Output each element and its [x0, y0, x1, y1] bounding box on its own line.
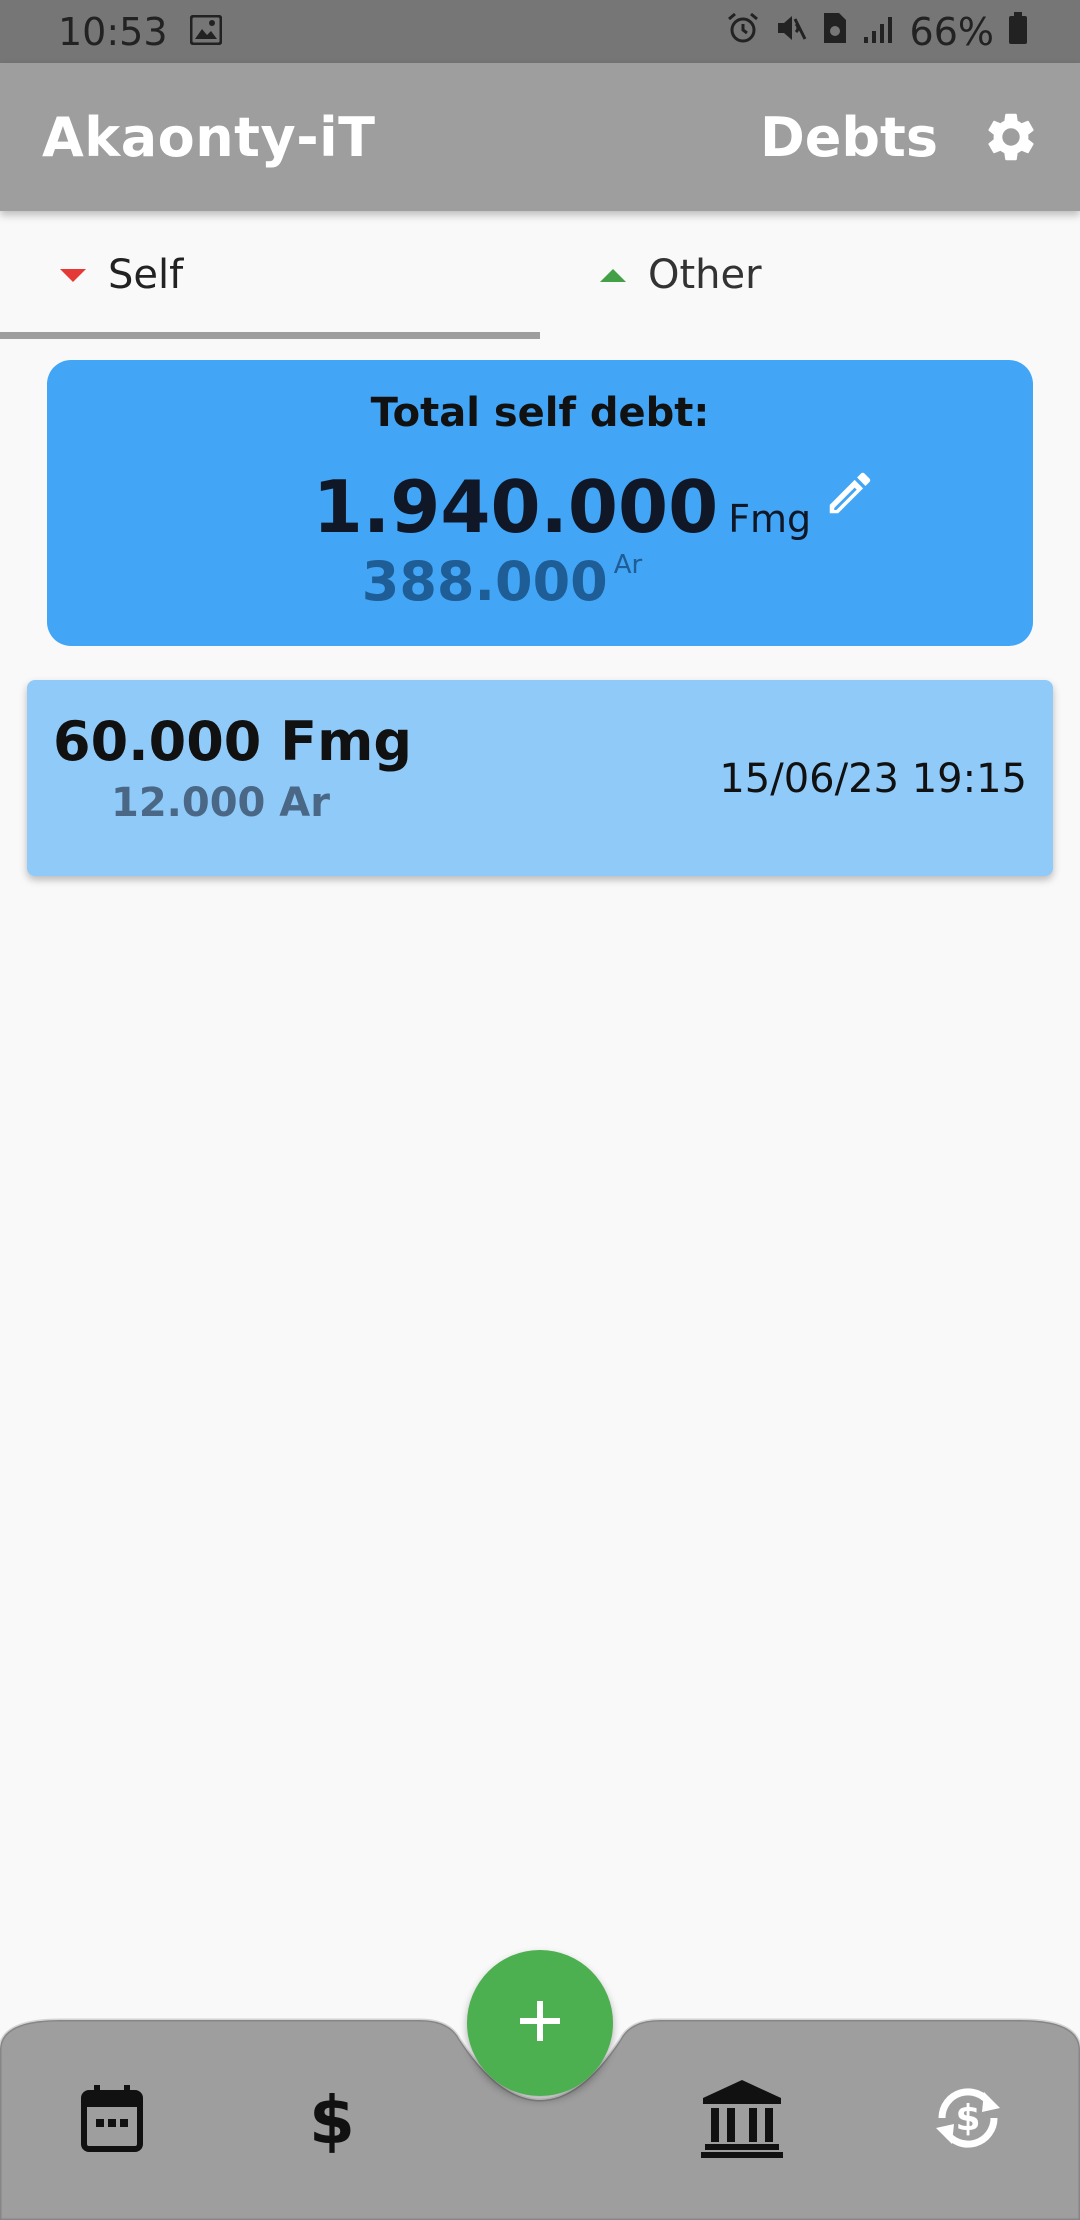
status-time: 10:53	[58, 9, 168, 54]
pencil-icon	[823, 466, 877, 524]
tab-bar: Self Other	[0, 211, 1080, 339]
bank-icon	[699, 2078, 785, 2162]
nav-calendar[interactable]	[62, 2070, 162, 2170]
alarm-icon	[726, 10, 760, 54]
total-debt-card: Total self debt: 1.940.000 Fmg 388.000 Ar	[47, 360, 1033, 646]
list-item[interactable]: 60.000 Fmg 12.000 Ar 15/06/23 19:15	[27, 680, 1053, 876]
battery-percent: 66%	[909, 9, 994, 54]
dollar-icon: $	[309, 2081, 355, 2159]
total-debt-value: 1.940.000	[312, 465, 719, 549]
tab-indicator	[0, 332, 540, 339]
tab-self[interactable]: Self	[0, 211, 540, 339]
signal-icon	[862, 10, 896, 54]
nav-bank[interactable]	[692, 2070, 792, 2170]
edit-button[interactable]	[815, 460, 885, 530]
status-bar: 10:53 66%	[0, 0, 1080, 63]
nav-currency-exchange[interactable]: $	[918, 2070, 1018, 2170]
app-bar: Akaonty-iT Debts	[0, 63, 1080, 211]
image-icon	[189, 10, 223, 54]
tab-other[interactable]: Other	[540, 211, 1080, 339]
tab-other-label: Other	[648, 252, 762, 298]
svg-text:$: $	[955, 2098, 980, 2139]
calendar-icon	[80, 2083, 144, 2157]
total-debt-unit: Fmg	[728, 497, 812, 541]
debt-date: 15/06/23 19:15	[719, 756, 1027, 802]
add-debt-button[interactable]	[467, 1950, 613, 2096]
battery-icon	[1008, 10, 1028, 54]
nav-dollar[interactable]: $	[282, 2070, 382, 2170]
up-triangle-icon	[600, 268, 626, 282]
down-triangle-icon	[60, 268, 86, 282]
total-debt-secondary: 388.000 Ar	[47, 550, 957, 613]
app-title: Akaonty-iT	[42, 105, 376, 169]
tab-self-label: Self	[108, 252, 184, 298]
debt-amount: 60.000 Fmg	[53, 710, 412, 773]
plus-icon	[518, 1999, 562, 2047]
total-debt-main: 1.940.000 Fmg	[47, 465, 1077, 549]
total-debt-secondary-unit: Ar	[613, 550, 643, 580]
currency-exchange-icon: $	[928, 2078, 1008, 2162]
sim-icon	[822, 10, 848, 54]
gear-icon[interactable]	[982, 108, 1040, 166]
page-title: Debts	[759, 105, 938, 169]
total-debt-title: Total self debt:	[370, 390, 710, 436]
total-debt-secondary-value: 388.000	[361, 550, 608, 613]
debt-amount-secondary: 12.000 Ar	[111, 780, 330, 826]
mute-icon	[774, 10, 808, 54]
